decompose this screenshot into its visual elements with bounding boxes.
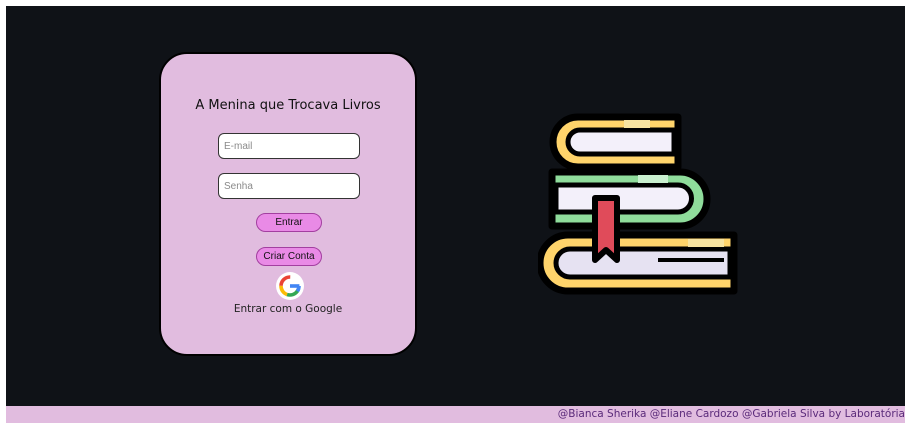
login-button[interactable]: Entrar (256, 213, 322, 232)
email-input[interactable] (218, 133, 360, 159)
create-account-button[interactable]: Criar Conta (256, 247, 322, 266)
credits-text: @Bianca Sherika @Eliane Cardozo @Gabriel… (557, 408, 905, 420)
books-illustration (536, 110, 744, 300)
password-input[interactable] (218, 173, 360, 199)
login-card: A Menina que Trocava Livros Entrar Criar… (159, 52, 417, 356)
footer: @Bianca Sherika @Eliane Cardozo @Gabriel… (6, 406, 905, 423)
page-title: A Menina que Trocava Livros (195, 98, 381, 113)
google-icon[interactable] (276, 272, 304, 300)
stack-of-books-icon (536, 113, 738, 295)
google-login-label[interactable]: Entrar com o Google (161, 303, 415, 315)
main-stage: A Menina que Trocava Livros Entrar Criar… (6, 6, 905, 406)
